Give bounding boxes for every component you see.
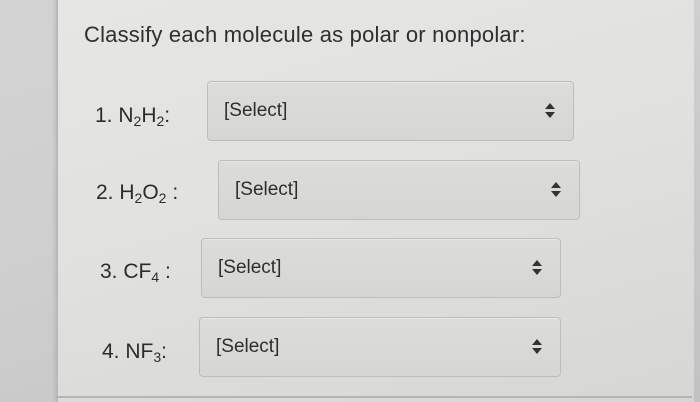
molecule-label-1: 1. N2H2: bbox=[95, 104, 170, 128]
photo-frame: Classify each molecule as polar or nonpo… bbox=[0, 0, 700, 402]
formula-element: H bbox=[119, 181, 135, 204]
up-down-arrows-icon bbox=[551, 182, 561, 198]
item-number: 4. bbox=[102, 340, 120, 363]
formula-element: CF bbox=[123, 260, 152, 283]
select-value: [Select] bbox=[218, 257, 282, 278]
select-value: [Select] bbox=[235, 179, 299, 200]
formula-subscript: 4 bbox=[151, 269, 160, 285]
formula-subscript: 2 bbox=[158, 190, 167, 206]
formula-element: O bbox=[142, 181, 159, 204]
select-value: [Select] bbox=[216, 336, 280, 357]
formula-colon: : bbox=[164, 104, 171, 127]
molecule-label-2: 2. H2O2 : bbox=[96, 181, 178, 205]
item-number: 2. bbox=[96, 181, 114, 204]
item-number: 3. bbox=[100, 260, 118, 283]
question-title: Classify each molecule as polar or nonpo… bbox=[84, 22, 526, 47]
formula-colon: : bbox=[165, 260, 171, 283]
select-value: [Select] bbox=[224, 100, 288, 121]
formula-element: N bbox=[118, 104, 134, 127]
formula-subscript: 3 bbox=[153, 349, 162, 365]
molecule-label-3: 3. CF4 : bbox=[100, 260, 171, 284]
select-dropdown-3[interactable]: [Select] bbox=[201, 238, 561, 298]
formula-colon: : bbox=[161, 340, 167, 363]
formula-element: H bbox=[141, 104, 157, 127]
divider bbox=[56, 396, 692, 398]
select-dropdown-2[interactable]: [Select] bbox=[218, 160, 580, 220]
select-dropdown-4[interactable]: [Select] bbox=[199, 317, 561, 377]
up-down-arrows-icon bbox=[532, 339, 542, 355]
item-number: 1. bbox=[95, 104, 113, 127]
select-dropdown-1[interactable]: [Select] bbox=[207, 81, 574, 141]
up-down-arrows-icon bbox=[532, 260, 542, 276]
formula-colon: : bbox=[172, 181, 179, 204]
formula-element: NF bbox=[125, 340, 154, 363]
molecule-label-4: 4. NF3: bbox=[102, 340, 167, 364]
up-down-arrows-icon bbox=[545, 103, 555, 119]
